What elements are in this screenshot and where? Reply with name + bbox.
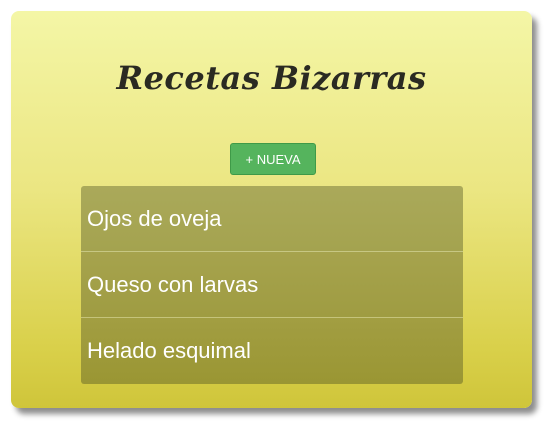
recipe-list-item[interactable]: Queso con larvas xyxy=(81,252,463,318)
recipe-list-item[interactable]: Ojos de oveja xyxy=(81,186,463,252)
page-title: Recetas Bizarras xyxy=(116,59,427,97)
recipe-list: Ojos de oveja Queso con larvas Helado es… xyxy=(81,186,463,384)
recipe-list-item[interactable]: Helado esquimal xyxy=(81,318,463,384)
new-recipe-button[interactable]: + NUEVA xyxy=(230,143,316,175)
recipes-card: Recetas Bizarras + NUEVA Ojos de oveja Q… xyxy=(11,11,532,408)
